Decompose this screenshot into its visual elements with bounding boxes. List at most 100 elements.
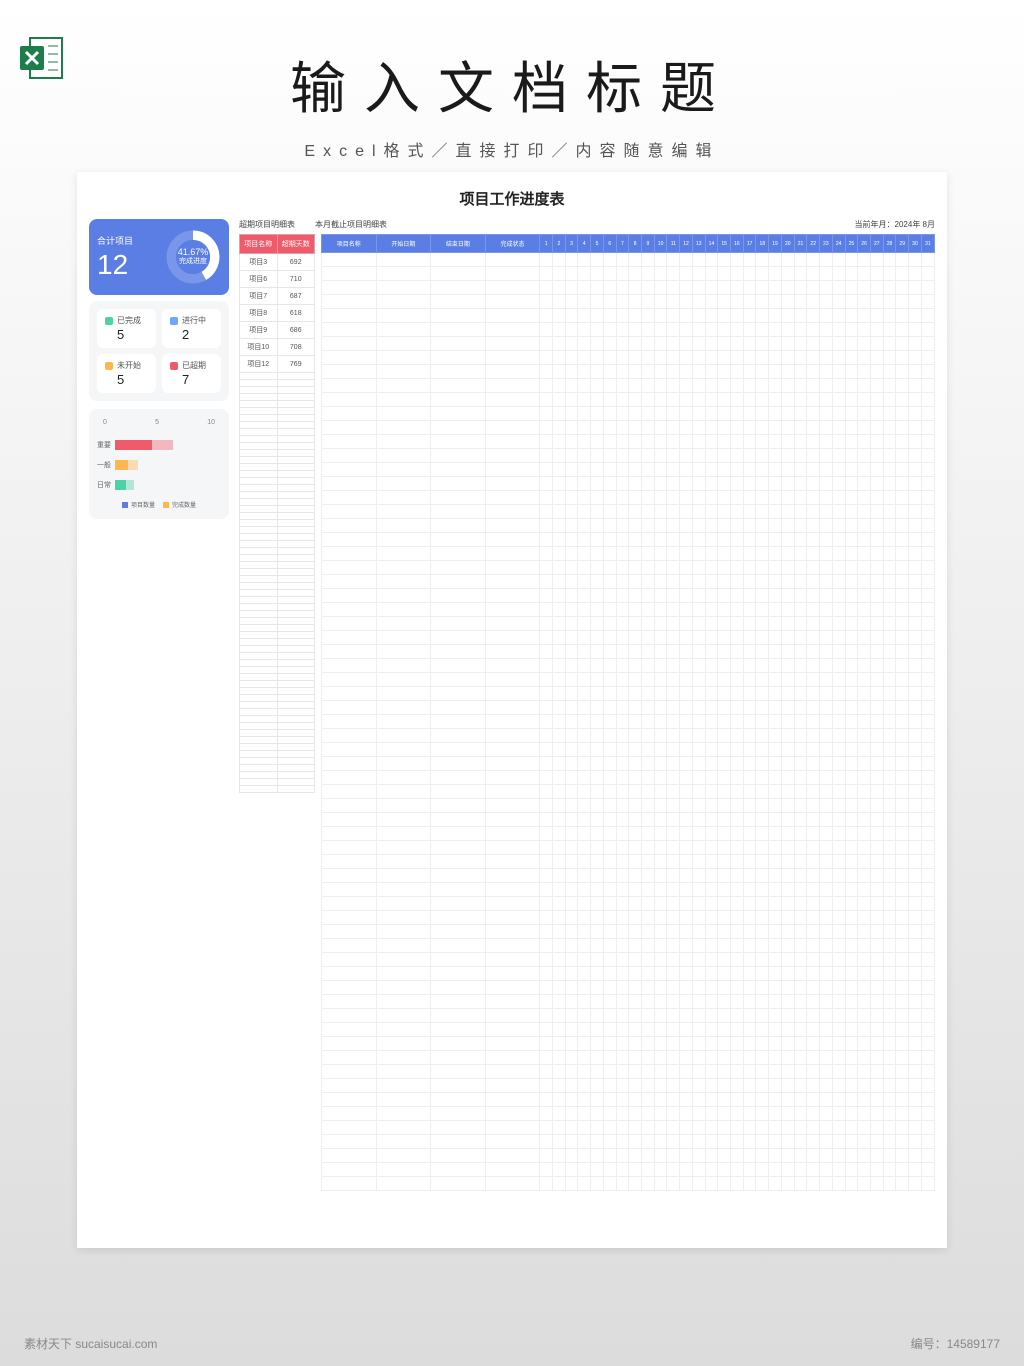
day-col: 8 xyxy=(629,235,642,253)
table-row xyxy=(322,575,935,589)
table-row xyxy=(322,1121,935,1135)
stat-card: 已完成5 xyxy=(97,309,156,348)
chart-axis: 0 5 10 xyxy=(97,419,221,430)
table-row xyxy=(322,1023,935,1037)
table-row xyxy=(322,1079,935,1093)
stat-label: 未开始 xyxy=(117,360,141,371)
table-row xyxy=(322,603,935,617)
table-row xyxy=(240,709,315,716)
bar-label: 日常 xyxy=(97,480,115,490)
stat-dot-icon xyxy=(105,317,113,325)
table-row: 项目12769 xyxy=(240,356,315,373)
table-row xyxy=(322,407,935,421)
stat-label: 已超期 xyxy=(182,360,206,371)
stat-card: 未开始5 xyxy=(97,354,156,393)
stat-card: 进行中2 xyxy=(162,309,221,348)
table-row xyxy=(240,653,315,660)
table-row: 项目10708 xyxy=(240,339,315,356)
day-col: 27 xyxy=(870,235,883,253)
detail-col: 结束日期 xyxy=(431,235,486,253)
donut-label: 完成进度 xyxy=(178,258,209,266)
table-row xyxy=(240,716,315,723)
table-row xyxy=(240,632,315,639)
table-row xyxy=(322,1065,935,1079)
table-row xyxy=(240,394,315,401)
doc-title: 项目工作进度表 xyxy=(89,188,935,209)
month-section-title: 本月截止项目明细表 xyxy=(315,219,855,230)
table-row xyxy=(322,1051,935,1065)
table-row xyxy=(240,590,315,597)
table-row xyxy=(240,387,315,394)
day-col: 13 xyxy=(692,235,705,253)
table-row xyxy=(322,421,935,435)
table-row xyxy=(322,505,935,519)
day-col: 20 xyxy=(781,235,794,253)
table-row xyxy=(240,478,315,485)
stat-label: 进行中 xyxy=(182,315,206,326)
table-row xyxy=(240,667,315,674)
table-row xyxy=(240,541,315,548)
day-col: 9 xyxy=(642,235,655,253)
day-col: 21 xyxy=(794,235,807,253)
table-row: 项目9686 xyxy=(240,322,315,339)
table-row xyxy=(322,925,935,939)
table-row xyxy=(240,681,315,688)
table-row xyxy=(322,435,935,449)
table-row xyxy=(322,281,935,295)
table-row xyxy=(240,520,315,527)
table-row xyxy=(322,477,935,491)
table-row xyxy=(240,422,315,429)
table-row xyxy=(322,1107,935,1121)
table-row xyxy=(322,659,935,673)
table-row xyxy=(322,1163,935,1177)
stat-label: 已完成 xyxy=(117,315,141,326)
table-row xyxy=(322,337,935,351)
overdue-section-title: 超期项目明细表 xyxy=(239,219,315,230)
table-row xyxy=(240,380,315,387)
day-col: 5 xyxy=(591,235,604,253)
table-row xyxy=(240,457,315,464)
table-row xyxy=(240,772,315,779)
detail-col: 完成状态 xyxy=(485,235,540,253)
total-value: 12 xyxy=(97,249,159,281)
table-row xyxy=(240,450,315,457)
table-row xyxy=(322,561,935,575)
table-row xyxy=(240,527,315,534)
priority-chart: 0 5 10 重要一般日常 项目数量完成数量 xyxy=(89,409,229,519)
sidebar: 合计项目 12 41.67%完成进度 已完成5进行中2 未开始5已超期7 0 5… xyxy=(89,219,229,1191)
table-row xyxy=(322,715,935,729)
table-row xyxy=(240,569,315,576)
day-col: 19 xyxy=(769,235,782,253)
table-row xyxy=(240,415,315,422)
footer-source: 素材天下 sucaisucai.com xyxy=(24,1335,157,1352)
day-col: 14 xyxy=(705,235,718,253)
table-row xyxy=(322,701,935,715)
table-row xyxy=(322,841,935,855)
chart-bar-row: 日常 xyxy=(97,480,221,490)
table-row xyxy=(240,751,315,758)
table-row xyxy=(240,555,315,562)
table-row xyxy=(322,981,935,995)
day-col: 12 xyxy=(680,235,693,253)
table-row xyxy=(240,499,315,506)
table-row xyxy=(240,506,315,513)
table-row xyxy=(322,589,935,603)
day-col: 18 xyxy=(756,235,769,253)
table-row xyxy=(240,625,315,632)
table-row xyxy=(240,401,315,408)
table-row: 项目8618 xyxy=(240,305,315,322)
table-row xyxy=(240,443,315,450)
table-row xyxy=(322,995,935,1009)
table-row: 项目6710 xyxy=(240,271,315,288)
table-row xyxy=(322,743,935,757)
day-col: 17 xyxy=(743,235,756,253)
table-row xyxy=(322,519,935,533)
table-row xyxy=(322,323,935,337)
table-row xyxy=(322,645,935,659)
day-col: 23 xyxy=(820,235,833,253)
day-col: 1 xyxy=(540,235,553,253)
day-col: 11 xyxy=(667,235,680,253)
table-row xyxy=(322,463,935,477)
table-row xyxy=(240,779,315,786)
bar-label: 重要 xyxy=(97,440,115,450)
